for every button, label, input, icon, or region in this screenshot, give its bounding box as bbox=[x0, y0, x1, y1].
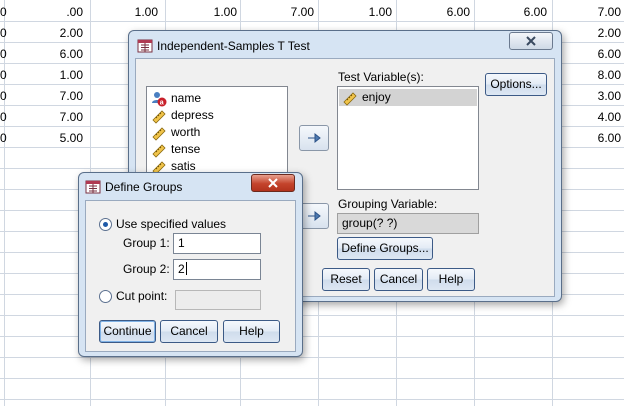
arrow-right-icon bbox=[308, 210, 321, 222]
group2-value: 2 bbox=[178, 262, 185, 276]
sheet-cell[interactable]: 7.00 bbox=[245, 2, 314, 23]
close-icon bbox=[526, 36, 536, 46]
sheet-cell[interactable]: 3.00 bbox=[557, 86, 621, 107]
sheet-cell[interactable]: 0 bbox=[0, 128, 7, 149]
move-to-test-button[interactable] bbox=[299, 125, 329, 151]
group2-input[interactable]: 2 bbox=[173, 259, 261, 280]
spss-dialog-icon bbox=[137, 39, 153, 53]
ttest-title: Independent-Samples T Test bbox=[157, 39, 310, 53]
define-groups-button[interactable]: Define Groups... bbox=[337, 237, 433, 260]
reset-button[interactable]: Reset bbox=[322, 268, 370, 291]
ttest-titlebar[interactable]: Independent-Samples T Test bbox=[129, 31, 561, 59]
sheet-cell[interactable]: 1.00 bbox=[95, 2, 158, 23]
group1-label: Group 1: bbox=[123, 236, 170, 250]
sheet-cell[interactable]: .00 bbox=[20, 2, 83, 23]
sheet-cell[interactable]: 1.00 bbox=[170, 2, 237, 23]
cancel-button[interactable]: Cancel bbox=[374, 268, 423, 291]
cut-point-label: Cut point: bbox=[116, 289, 168, 303]
cut-point-input[interactable] bbox=[175, 290, 261, 310]
list-item[interactable]: tense bbox=[151, 141, 200, 158]
sheet-cell[interactable]: 7.00 bbox=[557, 2, 621, 23]
group2-label: Group 2: bbox=[123, 262, 170, 276]
cut-point-radio[interactable] bbox=[99, 290, 112, 303]
use-specified-radio[interactable] bbox=[99, 218, 112, 231]
group1-input[interactable]: 1 bbox=[173, 233, 261, 254]
ttest-close-button[interactable] bbox=[509, 32, 553, 50]
nominal-variable-icon: a bbox=[152, 91, 167, 106]
sheet-cell[interactable]: 4.00 bbox=[557, 107, 621, 128]
sheet-cell[interactable]: 0 bbox=[0, 65, 7, 86]
sheet-cell[interactable]: 6.00 bbox=[557, 44, 621, 65]
define-groups-dialog: Define Groups Use specified values Group… bbox=[78, 172, 303, 357]
define-groups-titlebar[interactable]: Define Groups bbox=[79, 173, 302, 201]
define-groups-cancel-button[interactable]: Cancel bbox=[160, 320, 218, 343]
list-item[interactable]: enjoy bbox=[339, 89, 477, 106]
define-groups-help-button[interactable]: Help bbox=[223, 320, 280, 343]
test-variables-list[interactable]: enjoy bbox=[337, 86, 479, 190]
help-button[interactable]: Help bbox=[427, 268, 475, 291]
sheet-cell[interactable]: 1.00 bbox=[20, 65, 83, 86]
define-groups-title: Define Groups bbox=[105, 180, 183, 194]
sheet-cell[interactable]: 7.00 bbox=[20, 86, 83, 107]
arrow-right-icon bbox=[308, 132, 321, 144]
sheet-cell[interactable]: 1.00 bbox=[323, 2, 392, 23]
variable-name: enjoy bbox=[362, 90, 391, 104]
sheet-cell[interactable]: 0 bbox=[0, 107, 7, 128]
use-specified-label: Use specified values bbox=[116, 217, 227, 231]
options-button[interactable]: Options... bbox=[485, 73, 547, 96]
sheet-cell[interactable]: 6.00 bbox=[557, 128, 621, 149]
sheet-cell[interactable]: 6.00 bbox=[479, 2, 547, 23]
sheet-cell[interactable]: 0 bbox=[0, 23, 7, 44]
sheet-cell[interactable]: 0 bbox=[0, 44, 7, 65]
list-item[interactable]: a name bbox=[151, 90, 201, 107]
sheet-cell[interactable]: 5.00 bbox=[20, 128, 83, 149]
list-item[interactable]: depress bbox=[151, 107, 214, 124]
sheet-cell[interactable]: 8.00 bbox=[557, 65, 621, 86]
text-cursor bbox=[185, 262, 187, 275]
sheet-cell[interactable]: 7.00 bbox=[20, 107, 83, 128]
spss-dialog-icon bbox=[85, 180, 101, 194]
continue-button[interactable]: Continue bbox=[99, 320, 156, 343]
sheet-cell[interactable]: 2.00 bbox=[20, 23, 83, 44]
svg-text:a: a bbox=[160, 99, 164, 106]
grouping-variable-label: Grouping Variable: bbox=[338, 197, 438, 211]
sheet-cell[interactable]: 2.00 bbox=[557, 23, 621, 44]
variable-name: name bbox=[171, 91, 202, 105]
scale-variable-icon bbox=[152, 109, 166, 124]
sheet-cell[interactable]: 6.00 bbox=[20, 44, 83, 65]
scale-variable-icon bbox=[152, 126, 166, 141]
grouping-variable-field[interactable]: group(? ?) bbox=[337, 213, 479, 234]
variable-name: depress bbox=[171, 108, 214, 122]
list-item[interactable]: worth bbox=[151, 124, 200, 141]
sheet-cell[interactable]: 6.00 bbox=[401, 2, 470, 23]
sheet-cell[interactable]: 0 bbox=[0, 2, 7, 23]
scale-variable-icon bbox=[343, 91, 357, 106]
variable-name: worth bbox=[171, 125, 201, 139]
sheet-cell[interactable]: 0 bbox=[0, 86, 7, 107]
variable-name: tense bbox=[171, 142, 201, 156]
scale-variable-icon bbox=[152, 143, 166, 158]
test-variables-label: Test Variable(s): bbox=[338, 70, 424, 84]
define-groups-close-button[interactable] bbox=[251, 174, 295, 192]
close-icon bbox=[268, 178, 278, 188]
move-to-grouping-button[interactable] bbox=[299, 203, 329, 229]
